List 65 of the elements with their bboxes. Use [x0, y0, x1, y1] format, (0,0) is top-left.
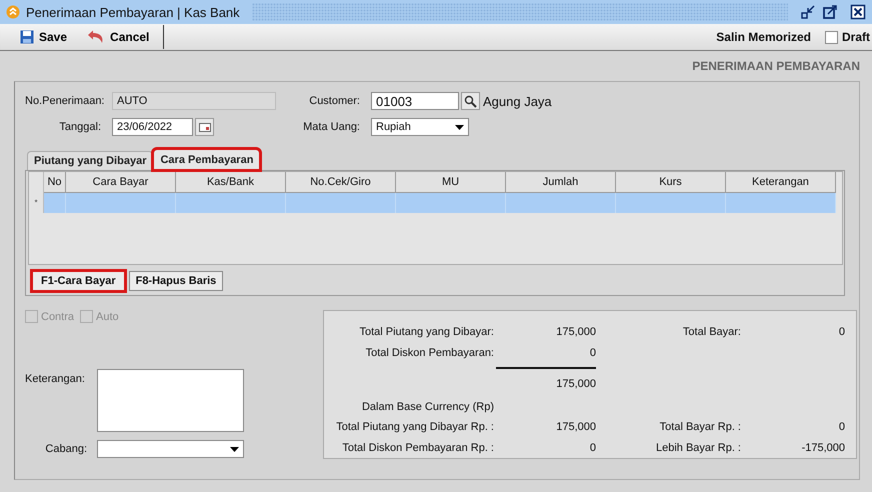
summary-label: Total Diskon Pembayaran Rp. : [342, 442, 494, 454]
action-button[interactable]: F1-Cara Bayar [32, 271, 125, 291]
tab[interactable]: Cara Pembayaran [153, 149, 260, 170]
field-label: Keterangan: [25, 372, 86, 385]
column-header[interactable]: Kurs [616, 172, 726, 193]
column-header[interactable]: Kas/Bank [176, 172, 286, 193]
summary-value: 0 [590, 346, 596, 358]
table-cell[interactable] [286, 193, 396, 213]
summary-value: -175,000 [802, 442, 845, 454]
table-cell[interactable] [176, 193, 286, 213]
caret-icon [455, 124, 464, 130]
summary-label: Total Bayar: [682, 326, 741, 338]
branch-dropdown[interactable] [97, 440, 244, 458]
action-button[interactable]: F8-Hapus Baris [128, 271, 224, 291]
table-cell[interactable] [506, 193, 616, 213]
column-header[interactable]: No [44, 172, 66, 193]
column-header[interactable]: Cara Bayar [66, 172, 176, 193]
table-cell[interactable] [44, 193, 66, 213]
summary-heading: Dalam Base Currency (Rp) [362, 401, 494, 413]
maximize-icon[interactable] [822, 4, 838, 20]
table-cell[interactable] [396, 193, 506, 213]
calendar-icon [198, 122, 210, 132]
column-header[interactable]: No.Cek/Giro [286, 172, 396, 193]
summary-label: Total Piutang yang Dibayar Rp. : [336, 420, 494, 432]
calendar-button[interactable] [195, 118, 214, 136]
draft-checkbox[interactable]: Draft [824, 30, 870, 44]
caret-icon [230, 446, 239, 452]
table-cell[interactable] [726, 193, 836, 213]
tab[interactable]: Piutang yang Dibayar [27, 151, 154, 170]
column-header[interactable]: Keterangan [726, 172, 836, 193]
number-field[interactable]: AUTO [112, 92, 276, 110]
field-label: Mata Uang: [303, 121, 360, 133]
summary-value: 0 [838, 420, 845, 432]
table-cell[interactable] [66, 193, 176, 213]
summary-value: 0 [590, 442, 596, 454]
window-title: Penerimaan Pembayaran | Kas Bank [26, 4, 240, 20]
summary-value: 175,000 [556, 378, 596, 390]
summary-label: Total Piutang yang Dibayar: [359, 326, 494, 338]
date-field[interactable]: 23/06/2022 [112, 118, 193, 136]
field-label: Customer: [308, 95, 360, 107]
toolbar-button[interactable]: Save [14, 27, 74, 47]
summary-value: 0 [838, 326, 845, 338]
summary-value: 175,000 [556, 420, 596, 432]
summary-label: Lebih Bayar Rp. : [656, 442, 741, 454]
field-label: Cabang: [44, 442, 87, 455]
search-button[interactable] [461, 92, 480, 110]
table-cell[interactable] [616, 193, 726, 213]
summary-label: Total Diskon Pembayaran: [366, 346, 494, 358]
field-label: Tanggal: [58, 121, 101, 133]
column-header[interactable]: Jumlah [506, 172, 616, 193]
customer-field[interactable]: 01003 [371, 92, 459, 110]
salin-memorized-label: Salin Memorized [716, 30, 811, 44]
customer-name: Agung Jaya [483, 94, 552, 108]
form-heading: PENERIMAAN PEMBAYARAN [692, 59, 860, 73]
summary-label: Total Bayar Rp. : [660, 420, 741, 432]
column-header[interactable]: MU [396, 172, 506, 193]
undo-arrow-icon [87, 30, 106, 44]
notes-field[interactable] [97, 369, 244, 432]
currency-dropdown[interactable]: Rupiah [371, 118, 469, 136]
app-icon [6, 5, 20, 19]
minimize-icon[interactable] [800, 4, 816, 20]
toolbar-button[interactable]: Cancel [81, 27, 156, 47]
close-icon[interactable] [850, 4, 866, 20]
summary-value: 175,000 [556, 326, 596, 338]
field-label: No.Penerimaan: [25, 95, 101, 107]
